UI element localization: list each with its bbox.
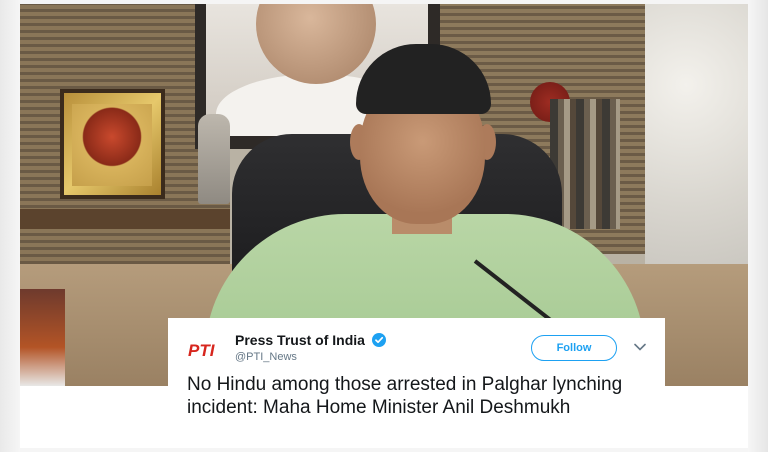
pti-logo-text: PTI <box>188 341 216 360</box>
tweet-author-name[interactable]: Press Trust of India <box>235 332 365 348</box>
tweet-author-handle[interactable]: @PTI_News <box>235 351 297 363</box>
portrait-figure-head <box>256 4 376 84</box>
verified-badge-icon <box>372 333 386 347</box>
right-border <box>748 0 768 452</box>
shelf <box>20 209 230 229</box>
chevron-down-icon[interactable] <box>634 343 646 351</box>
framed-photo-image <box>72 104 152 186</box>
desk-objects-left <box>20 289 65 386</box>
wall-panel-right <box>645 4 748 274</box>
pti-logo-icon: PTI <box>188 341 216 360</box>
statuette <box>198 114 230 204</box>
tweet-text: No Hindu among those arrested in Palghar… <box>187 374 623 418</box>
follow-button[interactable]: Follow <box>531 335 617 361</box>
left-border <box>0 0 20 452</box>
